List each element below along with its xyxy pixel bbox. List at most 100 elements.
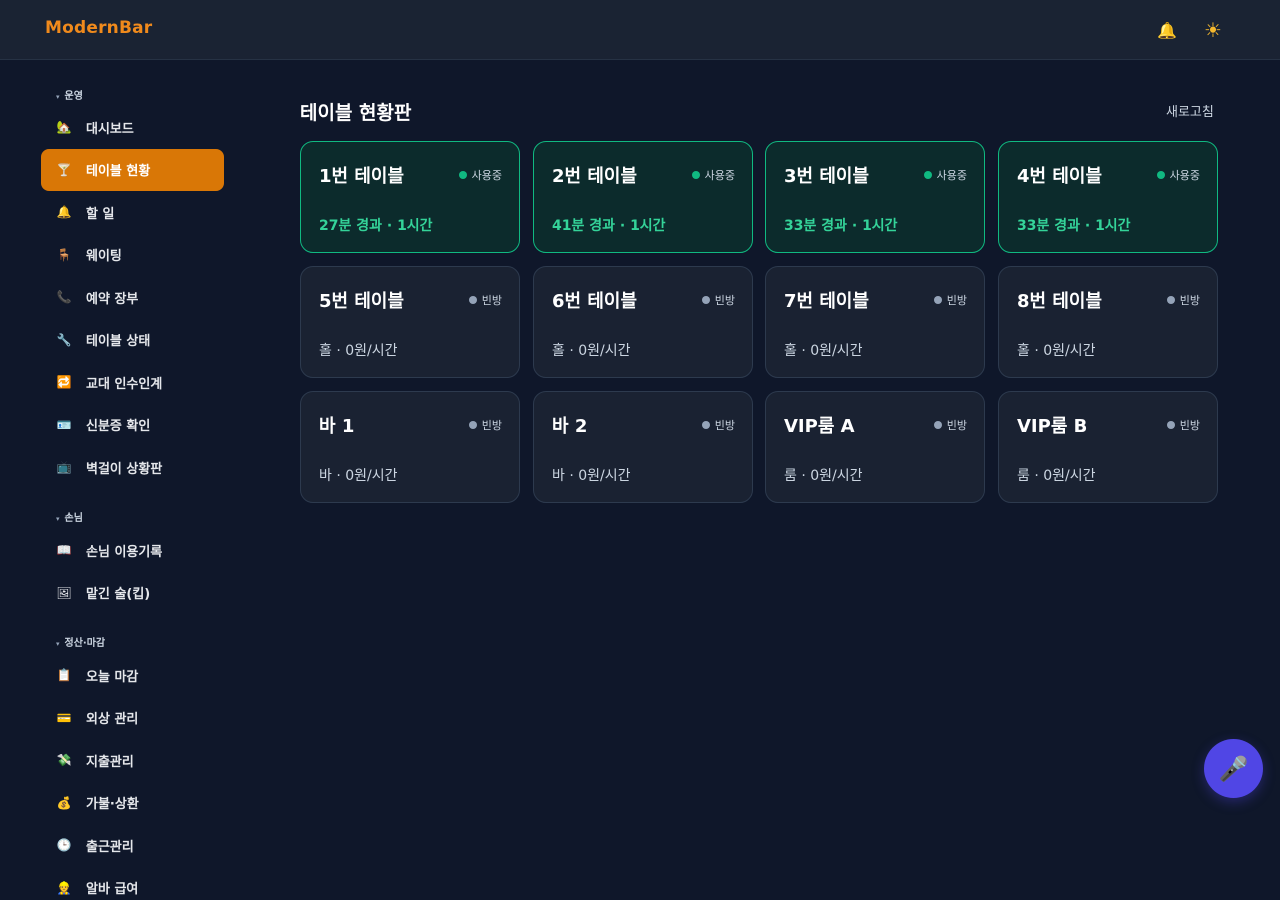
table-card[interactable]: 3번 테이블 사용중 33분 경과 · 1시간 — [765, 141, 985, 253]
status-badge: 빈방 — [701, 417, 735, 433]
table-name: 바 2 — [552, 416, 588, 437]
sidebar-group-title[interactable]: ▾ 운영 — [56, 87, 83, 102]
chevron-down-icon: ▾ — [56, 515, 60, 523]
status-badge: 빈방 — [933, 417, 967, 433]
status-label: 사용중 — [704, 169, 735, 182]
table-card[interactable]: 바 1 빈방 바 · 0원/시간 — [300, 391, 520, 503]
sidebar-group-label: 손님 — [64, 513, 83, 524]
status-badge: 빈방 — [1166, 292, 1200, 308]
sidebar-item[interactable]: 📖 손님 이용기록 — [41, 529, 224, 571]
table-card[interactable]: 1번 테이블 사용중 27분 경과 · 1시간 — [300, 141, 520, 253]
status-badge: 빈방 — [1166, 417, 1200, 433]
sidebar-item[interactable]: 👷 알바 급여 — [41, 867, 224, 900]
sidebar-item-label: 웨이팅 — [86, 249, 122, 264]
status-label: 빈방 — [714, 294, 735, 307]
status-label: 빈방 — [946, 419, 967, 432]
table-name: 4번 테이블 — [1017, 166, 1103, 187]
table-card[interactable]: 2번 테이블 사용중 41분 경과 · 1시간 — [533, 141, 753, 253]
table-card[interactable]: VIP룸 A 빈방 룸 · 0원/시간 — [765, 391, 985, 503]
status-badge: 사용중 — [1156, 167, 1200, 183]
phone-icon: 📞 — [56, 290, 72, 304]
table-name: 6번 테이블 — [552, 291, 638, 312]
table-card[interactable]: 6번 테이블 빈방홀 · 0원/시간 — [533, 266, 753, 378]
table-card[interactable]: 7번 테이블 빈방 홀 · 0원/시간 — [765, 266, 985, 378]
sidebar-item[interactable]: 📺 벽걸이 상황판 — [41, 446, 224, 488]
sidebar: ▾ 운영 🏡 대시보드 🍸 테이블 현황 🔔 할 일 🪑 웨이팅 📞 예약 장부 🔧 테이블 상태 🔁 교대 … — [0, 60, 240, 900]
status-badge: 사용중 — [458, 167, 502, 183]
table-card[interactable]: VIP룸 B 빈방 룸 · 0원/시간 — [998, 391, 1218, 503]
sidebar-item[interactable]: 🪪 신분증 확인 — [41, 404, 224, 446]
table-name: 7번 테이블 — [784, 291, 870, 312]
picture-icon: 🖼 — [56, 585, 72, 600]
table-subtext: 바 · 0원/시간 — [552, 468, 631, 484]
table-card[interactable]: 8번 테이블 빈방홀 · 0원/시간 — [998, 266, 1218, 378]
sidebar-item[interactable]: 📞 예약 장부 — [41, 276, 224, 318]
repeat-icon: 🔁 — [56, 375, 72, 389]
sidebar-item[interactable]: 💸 지출관리 — [41, 739, 224, 781]
money-wings-icon: 💸 — [56, 753, 72, 767]
table-card[interactable]: 5번 테이블 빈방 홀 · 0원/시간 — [300, 266, 520, 378]
chevron-down-icon: ▾ — [56, 93, 60, 101]
table-name: 바 1 — [319, 416, 355, 437]
table-subtext: 41분 경과 · 1시간 — [552, 218, 666, 234]
sidebar-item[interactable]: 🍸 테이블 현황 — [41, 148, 224, 191]
table-subtext: 룸 · 0원/시간 — [1017, 468, 1096, 484]
table-subtext: 홀 · 0원/시간 — [552, 343, 631, 359]
sidebar-item-label: 예약 장부 — [86, 291, 139, 307]
table-name: 8번 테이블 — [1017, 291, 1103, 312]
refresh-button[interactable]: 새로고침 — [1166, 101, 1214, 120]
sun-icon[interactable]: ☀ — [1201, 18, 1225, 42]
sidebar-item-label: 가불·상환 — [86, 797, 139, 812]
sidebar-item-label: 지출관리 — [86, 754, 134, 770]
sidebar-item-label: 벽걸이 상황판 — [86, 461, 163, 477]
table-name: 5번 테이블 — [319, 291, 405, 312]
sidebar-item[interactable]: 💳 외상 관리 — [41, 697, 224, 739]
table-name: 2번 테이블 — [552, 166, 638, 187]
table-subtext: 홀 · 0원/시간 — [1017, 343, 1096, 359]
status-label: 빈방 — [1179, 419, 1200, 432]
sidebar-item-label: 할 일 — [86, 206, 115, 222]
status-dot-icon — [458, 171, 467, 179]
status-label: 사용중 — [1169, 169, 1200, 182]
status-dot-icon — [933, 421, 942, 429]
sidebar-item[interactable]: 🔁 교대 인수인계 — [41, 361, 224, 403]
sidebar-group-title[interactable]: ▾ 손님 — [56, 509, 83, 524]
status-badge: 빈방 — [933, 292, 967, 308]
status-label: 빈방 — [481, 294, 502, 307]
money-bag-icon: 💰 — [56, 795, 72, 810]
sidebar-item[interactable]: 🔔 할 일 — [41, 191, 224, 233]
sidebar-item[interactable]: 🖼 맡긴 술(킵) — [41, 572, 224, 614]
status-dot-icon — [933, 296, 942, 304]
sidebar-group-title[interactable]: ▾ 정산·마감 — [56, 634, 105, 649]
table-subtext: 27분 경과 · 1시간 — [319, 218, 433, 234]
status-dot-icon — [1166, 296, 1175, 304]
sidebar-item[interactable]: 🕒 출근관리 — [41, 824, 224, 866]
status-dot-icon — [701, 296, 710, 304]
worker-icon: 👷 — [56, 880, 72, 895]
status-label: 빈방 — [1179, 294, 1200, 307]
table-card[interactable]: 4번 테이블 사용중 33분 경과 · 1시간 — [998, 141, 1218, 253]
sidebar-item[interactable]: 🪑 웨이팅 — [41, 234, 224, 276]
microphone-button[interactable]: 🎤 — [1204, 739, 1263, 798]
sidebar-item[interactable]: 🔧 테이블 상태 — [41, 319, 224, 361]
status-dot-icon — [1166, 421, 1175, 429]
sidebar-item[interactable]: 💰 가불·상환 — [41, 782, 224, 824]
brand-logo[interactable]: ModernBar — [45, 18, 152, 38]
top-bar: ModernBar 🔔 ☀ — [0, 0, 1280, 60]
sidebar-item[interactable]: 📋 오늘 마감 — [41, 654, 224, 696]
table-name: 1번 테이블 — [319, 166, 405, 187]
sidebar-item-label: 오늘 마감 — [86, 669, 139, 685]
status-label: 사용중 — [936, 169, 967, 182]
sidebar-item-label: 손님 이용기록 — [86, 544, 163, 560]
table-name: VIP룸 A — [784, 416, 855, 437]
cocktail-icon: 🍸 — [56, 162, 72, 177]
sidebar-item-label: 신분증 확인 — [86, 419, 151, 434]
status-dot-icon — [468, 296, 477, 304]
status-dot-icon — [923, 171, 932, 179]
sidebar-group-label: 정산·마감 — [64, 638, 106, 649]
table-card[interactable]: 바 2 빈방바 · 0원/시간 — [533, 391, 753, 503]
clipboard-icon: 📋 — [56, 668, 72, 682]
bell-icon[interactable]: 🔔 — [1155, 18, 1179, 42]
sidebar-item[interactable]: 🏡 대시보드 — [41, 106, 224, 148]
credit-card-icon: 💳 — [56, 710, 72, 725]
